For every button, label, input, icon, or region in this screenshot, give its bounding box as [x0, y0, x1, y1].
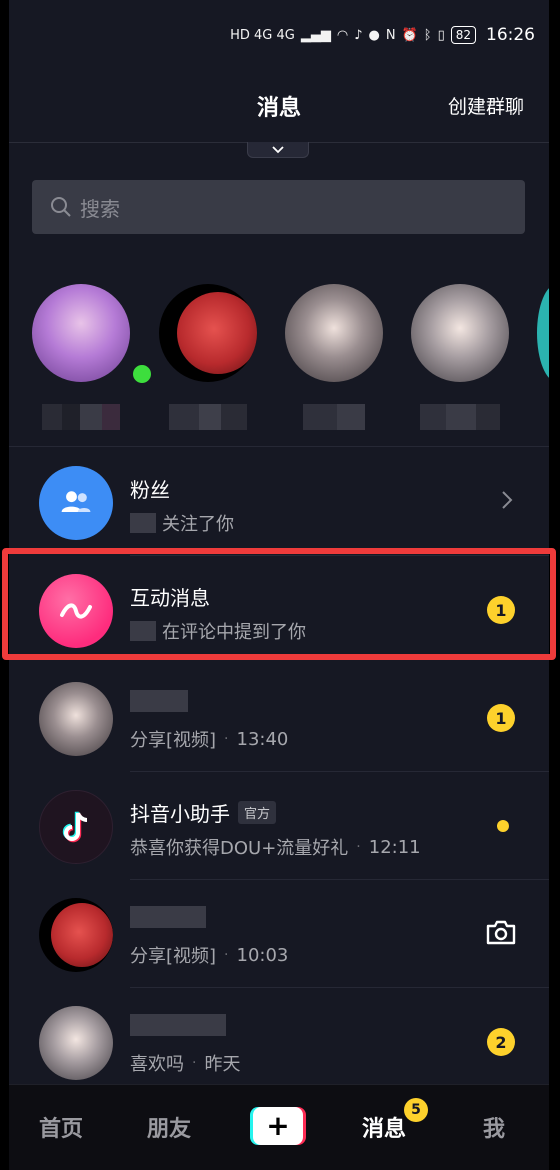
row-subtitle-text: 关注了你 — [162, 514, 234, 535]
avatar — [285, 284, 383, 382]
message-row-assistant[interactable]: 抖音小助手 官方 恭喜你获得DOU+流量好礼 · 12:11 — [9, 772, 549, 880]
story-item[interactable] — [537, 284, 549, 382]
fans-icon-avatar — [39, 466, 113, 540]
story-name-redacted — [159, 404, 257, 430]
row-subtitle-text: 喜欢吗 — [130, 1054, 184, 1075]
tab-friends[interactable]: 朋友 — [147, 1111, 191, 1143]
row-time: 昨天 — [204, 1054, 241, 1075]
row-title: 粉丝 — [130, 478, 170, 502]
assistant-avatar — [39, 790, 113, 864]
unread-count: 2 — [487, 1028, 515, 1056]
row-title-redacted — [130, 690, 202, 712]
unread-badge: 2 — [487, 1028, 515, 1056]
avatar — [411, 284, 509, 382]
avatar — [537, 284, 549, 382]
row-subtitle: 喜欢吗 · 昨天 — [130, 1050, 240, 1076]
row-title-redacted — [130, 906, 220, 928]
row-title: 抖音小助手 官方 — [130, 798, 277, 827]
fans-icon — [61, 491, 91, 512]
story-name-redacted — [411, 404, 509, 430]
row-subtitle-text: 分享[视频] — [130, 730, 217, 751]
message-row-chat[interactable]: 喜欢吗 · 昨天 2 — [9, 988, 549, 1096]
message-row-fans[interactable]: 粉丝 关注了你 — [9, 448, 549, 556]
camera-icon — [486, 920, 516, 945]
story-item[interactable] — [159, 284, 257, 430]
story-name-redacted — [285, 404, 383, 430]
network-indicator: HD 4G 4G — [230, 27, 295, 43]
signal-icon: ▂▄▆ — [300, 27, 331, 43]
clock: 16:26 — [486, 25, 535, 45]
tiktok-logo-icon — [62, 811, 88, 843]
battery-indicator: 82 — [450, 26, 476, 44]
pull-down-handle[interactable] — [247, 142, 309, 158]
search-placeholder: 搜索 — [80, 196, 120, 221]
row-subtitle: 在评论中提到了你 — [130, 618, 306, 644]
create-post-button[interactable]: + — [250, 1107, 306, 1145]
row-subtitle: 分享[视频] · 13:40 — [130, 726, 288, 752]
wifi-icon: ◠ — [336, 27, 349, 43]
nfc-icon: N — [385, 27, 396, 43]
avatar — [39, 682, 113, 756]
unread-badge: 1 — [487, 596, 515, 624]
search-icon — [51, 197, 71, 217]
header: 消息 创建群聊 — [9, 80, 549, 130]
status-bar: HD 4G 4G ▂▄▆ ◠ ♪ ● N ⏰ ᛒ ▯ 82 16:26 — [230, 20, 535, 50]
avatar — [39, 898, 113, 972]
messages-badge: 5 — [404, 1098, 428, 1122]
create-group-chat-button[interactable]: 创建群聊 — [448, 92, 524, 119]
story-item[interactable] — [285, 284, 383, 430]
camera-button[interactable] — [485, 918, 517, 950]
avatar — [32, 284, 130, 382]
vibrate-icon: ▯ — [437, 27, 445, 43]
message-row-chat[interactable]: 分享[视频] · 10:03 — [9, 880, 549, 988]
row-time: 10:03 — [236, 944, 289, 966]
chevron-down-icon — [272, 145, 284, 153]
official-tag: 官方 — [238, 801, 277, 824]
stories-divider — [9, 446, 549, 447]
bottom-tab-bar: 首页 朋友 + 消息 5 我 — [9, 1084, 549, 1170]
redacted-name — [130, 621, 156, 641]
row-title-redacted — [130, 1014, 240, 1036]
row-time: 12:11 — [368, 836, 421, 858]
interaction-icon — [60, 603, 92, 619]
unread-count: 1 — [487, 596, 515, 624]
search-input[interactable]: 搜索 — [32, 180, 525, 234]
row-time: 13:40 — [236, 728, 289, 750]
tab-messages[interactable]: 消息 — [362, 1111, 406, 1143]
avatar — [159, 284, 257, 382]
tiktok-notif-icon: ♪ — [354, 27, 363, 43]
tab-home[interactable]: 首页 — [39, 1111, 83, 1143]
row-subtitle: 恭喜你获得DOU+流量好礼 · 12:11 — [130, 834, 421, 860]
avatar — [39, 1006, 113, 1080]
redacted-name — [130, 513, 156, 533]
row-subtitle-text: 在评论中提到了你 — [162, 622, 306, 643]
online-status-dot — [130, 362, 154, 386]
message-row-interactions[interactable]: 互动消息 在评论中提到了你 1 — [9, 556, 549, 664]
row-subtitle-text: 分享[视频] — [130, 946, 217, 967]
plus-icon: + — [266, 1109, 290, 1142]
screen: HD 4G 4G ▂▄▆ ◠ ♪ ● N ⏰ ᛒ ▯ 82 16:26 消息 创… — [9, 0, 549, 1170]
unread-badge: 1 — [487, 704, 515, 732]
row-title: 互动消息 — [130, 586, 210, 610]
friends-stories — [9, 284, 549, 434]
chevron-right-icon — [501, 490, 513, 514]
story-name-redacted — [32, 404, 130, 430]
unread-count: 1 — [487, 704, 515, 732]
alarm-icon: ⏰ — [401, 27, 418, 43]
chat-notif-icon: ● — [368, 27, 380, 43]
unread-dot — [497, 812, 515, 832]
row-subtitle-text: 恭喜你获得DOU+流量好礼 — [130, 838, 349, 859]
story-item[interactable] — [411, 284, 509, 430]
message-row-chat[interactable]: 分享[视频] · 13:40 1 — [9, 664, 549, 772]
story-item[interactable] — [32, 284, 154, 430]
interaction-icon-avatar — [39, 574, 113, 648]
row-subtitle: 分享[视频] · 10:03 — [130, 942, 288, 968]
row-subtitle: 关注了你 — [130, 510, 234, 536]
tab-me[interactable]: 我 — [483, 1111, 505, 1143]
bluetooth-icon: ᛒ — [423, 27, 432, 43]
